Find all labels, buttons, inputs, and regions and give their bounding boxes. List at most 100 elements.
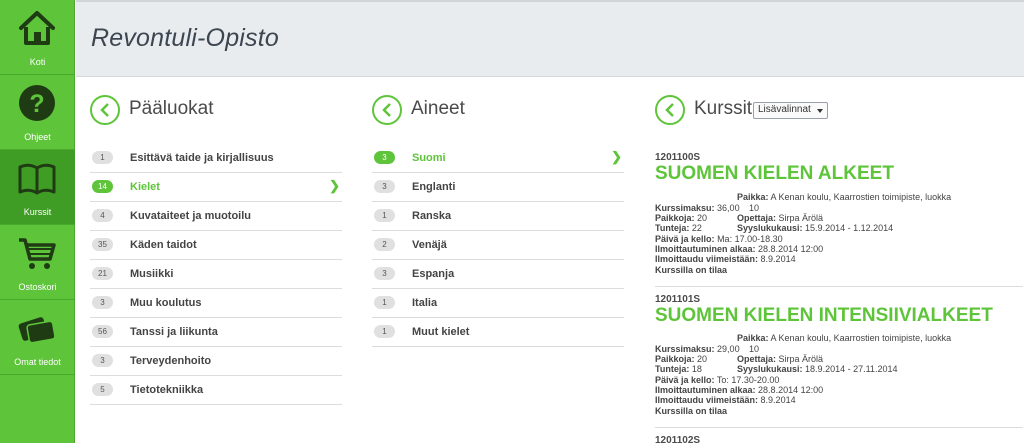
course-location: Paikka: A Kenan koulu, Kaarrostien toimi…	[737, 192, 952, 202]
main-categories-column: Pääluokat 1 Esittävä taide ja kirjallisu…	[90, 77, 342, 443]
course-status: Kurssilla on tilaa	[655, 265, 728, 275]
sidebar-item-ostoskori[interactable]: Ostoskori	[0, 225, 75, 300]
category-item[interactable]: 3 Terveydenhoito	[90, 347, 342, 376]
cart-icon	[19, 238, 56, 269]
main-categories-title: Pääluokat	[129, 98, 214, 119]
course-card[interactable]: 1201101S SUOMEN KIELEN INTENSIIVIALKEET …	[655, 294, 1023, 419]
category-label: Käden taidot	[130, 239, 197, 251]
back-button[interactable]	[655, 95, 685, 125]
course-teacher: Opettaja: Sirpa Ärölä	[737, 354, 824, 364]
options-dropdown[interactable]: Lisävalinnat	[753, 102, 828, 119]
subject-label: Espanja	[412, 268, 455, 280]
sidebar-item-label: Omat tiedot	[14, 357, 61, 367]
count-badge: 1	[374, 209, 395, 222]
subject-label: Muut kielet	[412, 326, 470, 338]
course-teacher: Opettaja: Sirpa Ärölä	[737, 213, 824, 223]
id-card-icon	[18, 317, 56, 344]
subject-label: Englanti	[412, 181, 456, 193]
course-term: Syyslukukausi: 18.9.2014 - 27.11.2014	[737, 364, 898, 374]
count-badge: 3	[92, 296, 113, 309]
sidebar: Koti ? Ohjeet Kurssit Ostoskori Omat tie…	[0, 0, 75, 443]
subject-item[interactable]: 3 Englanti	[372, 173, 624, 202]
subject-item[interactable]: 1 Italia	[372, 289, 624, 318]
subject-item-selected[interactable]: 3 Suomi ❯	[372, 144, 624, 173]
category-item[interactable]: 35 Käden taidot	[90, 231, 342, 260]
course-fee: Kurssimaksu: 29,00	[655, 344, 740, 354]
subject-item[interactable]: 1 Muut kielet	[372, 318, 624, 347]
category-label: Kielet	[130, 181, 160, 193]
courses-column: Kurssit Lisävalinnat 1201100S SUOMEN KIE…	[655, 77, 1024, 443]
course-code: 1201102S	[655, 435, 701, 443]
count-badge: 35	[92, 238, 113, 251]
chevron-left-icon	[382, 103, 391, 117]
subject-item[interactable]: 3 Espanja	[372, 260, 624, 289]
course-card[interactable]: 1201100S SUOMEN KIELEN ALKEET Kurssimaks…	[655, 152, 1023, 277]
category-label: Tanssi ja liikunta	[130, 326, 218, 338]
course-name[interactable]: SUOMEN KIELEN ALKEET	[655, 163, 894, 185]
count-badge: 56	[92, 325, 113, 338]
course-divider	[655, 427, 1023, 428]
course-registration-start: Ilmoittautuminen alkaa: 28.8.2014 12:00	[655, 385, 824, 395]
category-label: Kuvataiteet ja muotoilu	[130, 210, 252, 222]
chevron-left-icon	[100, 103, 109, 117]
course-registration-end: Ilmoittaudu viimeistään: 8.9.2014	[655, 395, 796, 405]
course-places: Paikkoja: 20	[655, 354, 708, 364]
sidebar-item-koti[interactable]: Koti	[0, 0, 75, 75]
course-location: Paikka: A Kenan koulu, Kaarrostien toimi…	[737, 333, 952, 343]
book-icon	[18, 163, 56, 195]
subject-label: Venäjä	[412, 239, 447, 251]
category-label: Terveydenhoito	[130, 355, 212, 367]
category-label: Esittävä taide ja kirjallisuus	[130, 152, 274, 164]
category-label: Muu koulutus	[130, 297, 202, 309]
category-item-selected[interactable]: 14 Kielet ❯	[90, 173, 342, 202]
chevron-right-icon: ❯	[611, 149, 622, 164]
home-icon	[19, 11, 55, 45]
course-location-continued: 10	[749, 203, 760, 213]
sidebar-item-label: Ostoskori	[18, 282, 57, 292]
course-day-time: Päivä ja kello: Ma: 17.00-18.30	[655, 234, 783, 244]
page-title: Revontuli-Opisto	[91, 24, 280, 52]
count-badge: 4	[92, 209, 113, 222]
sidebar-item-kurssit[interactable]: Kurssit	[0, 150, 75, 225]
subject-label: Suomi	[412, 152, 446, 164]
sidebar-item-omat-tiedot[interactable]: Omat tiedot	[0, 300, 75, 375]
category-item[interactable]: 3 Muu koulutus	[90, 289, 342, 318]
course-code: 1201101S	[655, 294, 701, 305]
caret-down-icon	[816, 109, 823, 113]
courses-title: Kurssit	[694, 98, 753, 119]
count-badge: 3	[374, 151, 395, 164]
svg-text:?: ?	[29, 90, 44, 118]
subject-item[interactable]: 2 Venäjä	[372, 231, 624, 260]
course-day-time: Päivä ja kello: To: 17.30-20.00	[655, 375, 780, 385]
header-bar: Revontuli-Opisto	[76, 0, 1024, 77]
count-badge: 5	[92, 383, 113, 396]
category-item[interactable]: 5 Tietotekniikka	[90, 376, 342, 405]
count-badge: 3	[92, 354, 113, 367]
category-item[interactable]: 21 Musiikki	[90, 260, 342, 289]
subject-label: Italia	[412, 297, 438, 309]
course-places: Paikkoja: 20	[655, 213, 708, 223]
course-fee: Kurssimaksu: 36,00	[655, 203, 740, 213]
sidebar-item-label: Kurssit	[23, 207, 52, 217]
course-registration-start: Ilmoittautuminen alkaa: 28.8.2014 12:00	[655, 244, 824, 254]
category-label: Musiikki	[130, 268, 174, 280]
category-item[interactable]: 4 Kuvataiteet ja muotoilu	[90, 202, 342, 231]
sidebar-item-label: Koti	[29, 57, 46, 67]
course-hours: Tunteja: 18	[655, 364, 702, 374]
courses-header: Kurssit Lisävalinnat	[655, 95, 1015, 127]
count-badge: 3	[374, 180, 395, 193]
subject-item[interactable]: 1 Ranska	[372, 202, 624, 231]
course-name[interactable]: SUOMEN KIELEN INTENSIIVIALKEET	[655, 305, 993, 327]
sidebar-item-ohjeet[interactable]: ? Ohjeet	[0, 75, 75, 150]
back-button[interactable]	[372, 95, 402, 125]
count-badge: 1	[92, 151, 113, 164]
category-item[interactable]: 56 Tanssi ja liikunta	[90, 318, 342, 347]
back-button[interactable]	[90, 95, 120, 125]
course-card[interactable]: 1201102S	[655, 435, 1023, 443]
count-badge: 21	[92, 267, 113, 280]
category-item[interactable]: 1 Esittävä taide ja kirjallisuus	[90, 144, 342, 173]
count-badge: 1	[374, 296, 395, 309]
course-hours: Tunteja: 22	[655, 223, 702, 233]
main-categories-header: Pääluokat	[90, 95, 342, 127]
category-label: Tietotekniikka	[130, 384, 204, 396]
